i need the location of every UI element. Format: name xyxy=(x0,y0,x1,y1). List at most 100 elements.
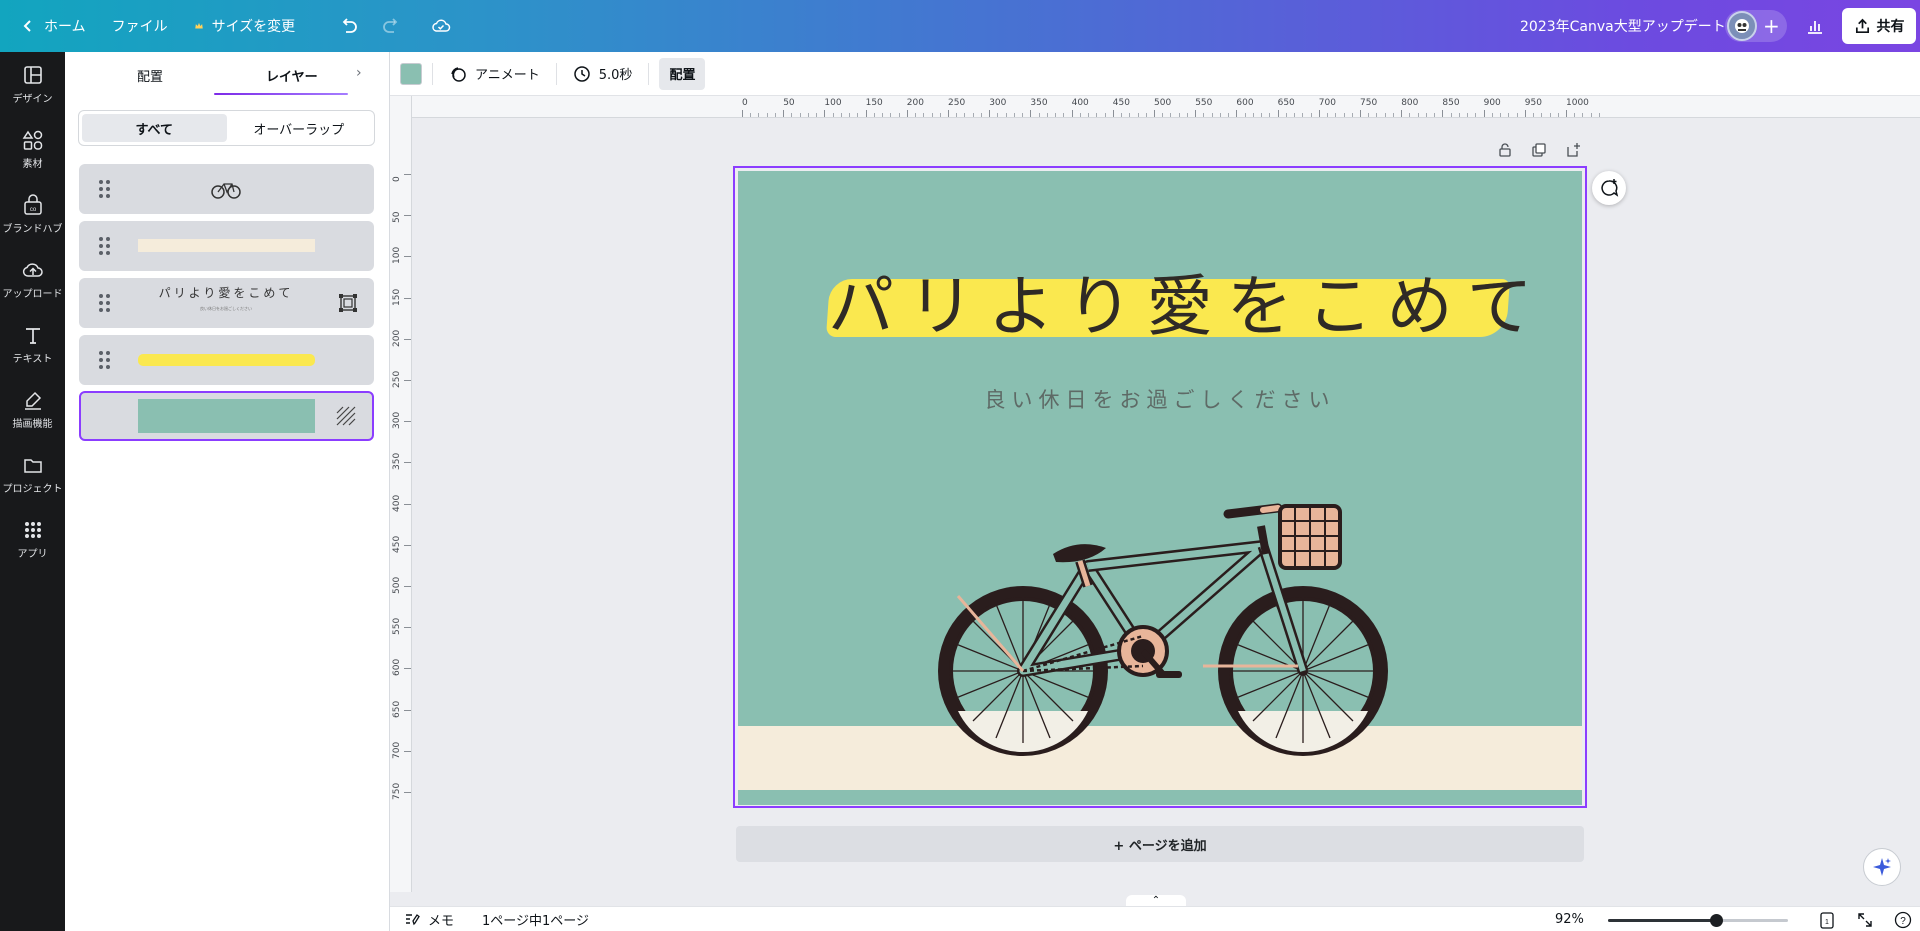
lock-icon[interactable] xyxy=(1497,142,1513,158)
tab-arrange[interactable]: 配置 xyxy=(137,66,163,85)
cloud-saved-button[interactable] xyxy=(421,8,461,44)
layer-item-text-group[interactable]: パリより愛をこめて 良い休日をお過ごしください xyxy=(79,278,374,328)
drag-handle-icon[interactable] xyxy=(99,180,111,198)
tab-layers[interactable]: レイヤー xyxy=(266,66,318,85)
chevron-right-icon[interactable]: › xyxy=(356,65,362,81)
rail-item-design[interactable]: デザイン xyxy=(0,52,65,117)
home-label: ホーム xyxy=(44,19,86,35)
divider xyxy=(555,62,557,85)
ruler-minor-tick xyxy=(849,113,851,117)
horizontal-ruler[interactable]: 0 50 100 150 200 250 300 350 400 450 500 550 600 650 7… xyxy=(412,96,1920,118)
rail-item-elements[interactable]: 素材 xyxy=(0,117,65,182)
ruler-label: 800 xyxy=(1401,98,1419,108)
notes-button[interactable]: メモ xyxy=(404,910,454,929)
color-swatch[interactable] xyxy=(400,62,422,85)
left-rail: デザイン 素材 co ブランドハブ アップロード テキスト 描画機能 プロジェク… xyxy=(0,52,65,931)
add-comment-button[interactable] xyxy=(1592,171,1626,205)
comment-plus-icon xyxy=(1601,179,1619,197)
layer-item-background[interactable] xyxy=(79,391,374,441)
ruler-label: 450 xyxy=(392,535,402,553)
ruler-minor-tick xyxy=(1533,113,1535,117)
filter-all[interactable]: すべて xyxy=(82,114,227,142)
ruler-tick xyxy=(1524,110,1526,117)
design-page[interactable]: パリより愛をこめて 良い休日をお過ごしください xyxy=(733,166,1587,808)
layer-item-bicycle[interactable] xyxy=(79,164,374,214)
ruler-minor-tick xyxy=(939,113,941,117)
design-title[interactable]: パリより愛をこめて xyxy=(828,253,1533,349)
file-menu-button[interactable]: ファイル xyxy=(100,8,180,44)
ruler-minor-tick xyxy=(923,113,925,117)
layer-item-ground[interactable] xyxy=(79,221,374,271)
rail-item-projects[interactable]: プロジェクト xyxy=(0,442,65,507)
add-page-icon[interactable] xyxy=(1565,142,1581,158)
ruler-tick xyxy=(1195,110,1197,117)
ruler-label: 450 xyxy=(1112,98,1130,108)
avatar[interactable] xyxy=(1727,11,1757,41)
zoom-slider-knob[interactable] xyxy=(1710,914,1723,927)
document-title[interactable]: 2023年Canva大型アップデート xyxy=(1520,16,1726,36)
ruler-minor-tick xyxy=(964,113,966,117)
page-count-label: 1 xyxy=(1825,919,1829,926)
rail-item-draw[interactable]: 描画機能 xyxy=(0,377,65,442)
rail-label: アプリ xyxy=(17,549,48,560)
undo-button[interactable] xyxy=(329,8,369,44)
rail-label: 素材 xyxy=(22,159,43,170)
zoom-level[interactable]: 92% xyxy=(1555,912,1584,927)
design-subtitle[interactable]: 良い休日をお過ごしください xyxy=(738,384,1582,414)
position-button[interactable]: 配置 xyxy=(659,57,706,90)
duplicate-page-icon[interactable] xyxy=(1531,142,1547,158)
rail-item-upload[interactable]: アップロード xyxy=(0,247,65,312)
rail-item-brand-hub[interactable]: co ブランドハブ xyxy=(0,182,65,247)
ruler-label: 100 xyxy=(392,247,402,265)
add-collaborator-icon[interactable]: + xyxy=(1763,16,1780,36)
group-icon[interactable] xyxy=(338,293,358,313)
redo-button[interactable] xyxy=(371,8,411,44)
bottom-bar: メモ 1ページ中1ページ 92% 1 ? xyxy=(390,906,1920,931)
bicycle-illustration[interactable] xyxy=(938,486,1398,786)
animate-icon xyxy=(451,66,466,82)
help-icon[interactable]: ? xyxy=(1894,911,1912,929)
top-bar: ホーム ファイル サイズを変更 2023年Canva大型アップデート + 共有 xyxy=(0,0,1920,52)
home-button[interactable]: ホーム xyxy=(8,8,98,44)
filter-overlap[interactable]: オーバーラップ xyxy=(227,114,372,142)
user-avatar-icon xyxy=(1735,19,1749,33)
share-label: 共有 xyxy=(1876,19,1905,35)
ruler-minor-tick xyxy=(1500,113,1502,117)
layer-item-highlight[interactable] xyxy=(79,335,374,385)
ruler-tick xyxy=(404,256,411,258)
ruler-minor-tick xyxy=(1582,113,1584,117)
ruler-label: 900 xyxy=(1483,98,1501,108)
ruler-minor-tick xyxy=(1508,113,1510,117)
page-count-icon[interactable]: 1 xyxy=(1818,911,1836,929)
zoom-slider[interactable] xyxy=(1608,914,1788,927)
page-background[interactable]: パリより愛をこめて 良い休日をお過ごしください xyxy=(738,171,1582,805)
animate-button[interactable]: アニメート xyxy=(443,58,546,90)
add-page-button[interactable]: + ページを追加 xyxy=(736,826,1584,862)
duration-button[interactable]: 5.0秒 xyxy=(567,58,639,90)
background-thumb xyxy=(138,399,315,433)
rail-item-text[interactable]: テキスト xyxy=(0,312,65,377)
crown-icon xyxy=(194,22,203,29)
fullscreen-icon[interactable] xyxy=(1856,911,1874,929)
magic-assistant-button[interactable] xyxy=(1863,848,1901,886)
ruler-minor-tick xyxy=(1178,113,1180,117)
drag-handle-icon[interactable] xyxy=(99,237,111,255)
rail-item-apps[interactable]: アプリ xyxy=(0,507,65,572)
ruler-minor-tick xyxy=(1088,113,1090,117)
ruler-label: 600 xyxy=(392,659,402,677)
ruler-minor-tick xyxy=(807,113,809,117)
drag-handle-icon[interactable] xyxy=(99,294,111,312)
ruler-tick xyxy=(906,110,908,117)
background-pattern-icon[interactable] xyxy=(336,406,356,426)
ruler-label: 750 xyxy=(1360,98,1378,108)
share-button[interactable]: 共有 xyxy=(1842,8,1916,44)
ruler-tick xyxy=(404,544,411,546)
vertical-ruler[interactable]: 0 50 100 150 200 250 300 350 400 450 500 550 600 650 7… xyxy=(390,96,412,892)
resize-button[interactable]: サイズを変更 xyxy=(182,8,308,44)
collaborators[interactable]: + xyxy=(1725,10,1787,42)
ruler-minor-tick xyxy=(1417,113,1419,117)
insights-button[interactable] xyxy=(1798,10,1832,42)
drag-handle-icon[interactable] xyxy=(99,351,111,369)
ruler-minor-tick xyxy=(1557,113,1559,117)
ruler-label: 350 xyxy=(392,453,402,471)
